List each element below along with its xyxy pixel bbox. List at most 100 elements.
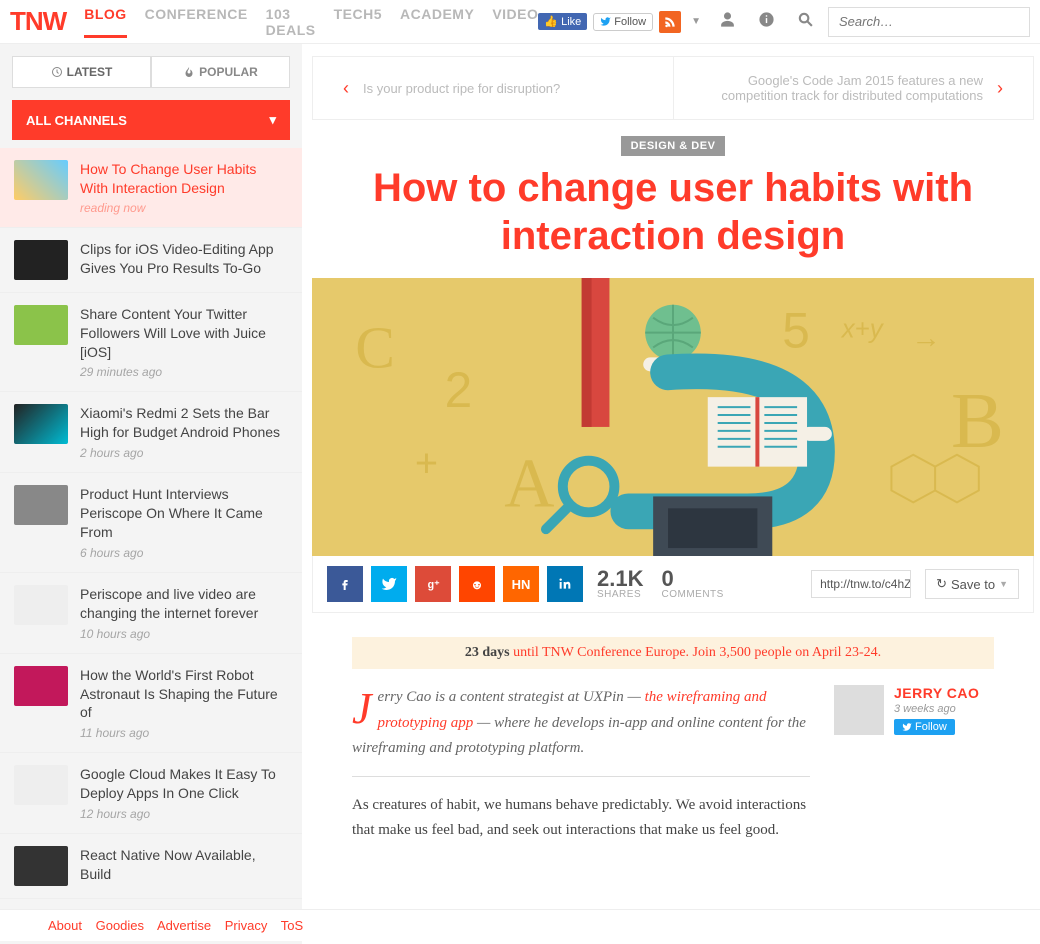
avatar[interactable] bbox=[834, 685, 884, 735]
feed-title: How To Change User Habits With Interacti… bbox=[80, 160, 288, 198]
feed-time: 6 hours ago bbox=[80, 546, 288, 560]
info-icon[interactable] bbox=[758, 11, 775, 33]
nav-tech5[interactable]: TECH5 bbox=[334, 6, 382, 38]
tab-latest[interactable]: LATEST bbox=[12, 56, 151, 88]
share-linkedin[interactable] bbox=[547, 566, 583, 602]
chevron-down-icon: ▾ bbox=[269, 112, 276, 128]
comment-count[interactable]: 0COMMENTS bbox=[661, 568, 723, 600]
svg-text:A: A bbox=[504, 445, 554, 522]
footer-about[interactable]: About bbox=[48, 918, 82, 933]
feed-item[interactable]: React Native Now Available, Build bbox=[0, 834, 302, 899]
feed-title: Xiaomi's Redmi 2 Sets the Bar High for B… bbox=[80, 404, 288, 442]
feed-time: 29 minutes ago bbox=[80, 365, 288, 379]
top-bar: TNW BLOG CONFERENCE 103 DEALS TECH5 ACAD… bbox=[0, 0, 1040, 44]
thumb bbox=[14, 585, 68, 625]
nav-video[interactable]: VIDEO bbox=[492, 6, 538, 38]
conference-banner[interactable]: 23 days until TNW Conference Europe. Joi… bbox=[352, 637, 994, 669]
user-icon[interactable] bbox=[719, 11, 736, 33]
feed-list: How To Change User Habits With Interacti… bbox=[0, 148, 302, 899]
share-googleplus[interactable]: g⁺ bbox=[415, 566, 451, 602]
main-content: ‹ Is your product ripe for disruption? G… bbox=[302, 44, 1040, 944]
thumb bbox=[14, 240, 68, 280]
nav-conference[interactable]: CONFERENCE bbox=[145, 6, 248, 38]
thumb bbox=[14, 305, 68, 345]
feed-item[interactable]: Share Content Your Twitter Followers Wil… bbox=[0, 293, 302, 393]
feed-item[interactable]: How To Change User Habits With Interacti… bbox=[0, 148, 302, 228]
feed-time: 2 hours ago bbox=[80, 446, 288, 460]
feed-item[interactable]: Product Hunt Interviews Periscope On Whe… bbox=[0, 473, 302, 573]
divider bbox=[352, 776, 810, 777]
feed-item[interactable]: Periscope and live video are changing th… bbox=[0, 573, 302, 654]
share-facebook[interactable] bbox=[327, 566, 363, 602]
footer-privacy[interactable]: Privacy bbox=[225, 918, 268, 933]
thumb bbox=[14, 846, 68, 886]
share-reddit[interactable] bbox=[459, 566, 495, 602]
facebook-like-button[interactable]: 👍 Like bbox=[538, 13, 587, 30]
banner-text: until TNW Conference Europe. Join 3,500 … bbox=[513, 645, 881, 660]
reading-indicator: reading now bbox=[80, 201, 288, 215]
svg-text:+: + bbox=[415, 442, 438, 486]
svg-text:B: B bbox=[951, 377, 1004, 465]
feed-title: Periscope and live video are changing th… bbox=[80, 585, 288, 623]
body-paragraph: As creatures of habit, we humans behave … bbox=[352, 793, 810, 844]
share-count: 2.1KSHARES bbox=[597, 568, 643, 600]
footer-goodies[interactable]: Goodies bbox=[96, 918, 144, 933]
svg-text:x+y: x+y bbox=[840, 316, 885, 344]
short-url[interactable]: http://tnw.to/c4hZ bbox=[811, 570, 911, 598]
author-follow-button[interactable]: Follow bbox=[894, 719, 955, 735]
hero-image: C 2 + A 5 x+y B → bbox=[312, 278, 1034, 556]
save-to-button[interactable]: ↻ Save to ▼ bbox=[925, 569, 1019, 599]
feed-item[interactable]: Xiaomi's Redmi 2 Sets the Bar High for B… bbox=[0, 392, 302, 473]
share-count-value: 2.1K bbox=[597, 568, 643, 590]
feed-item[interactable]: Clips for iOS Video-Editing App Gives Yo… bbox=[0, 228, 302, 293]
svg-text:5: 5 bbox=[782, 303, 810, 359]
banner-days: 23 days bbox=[465, 645, 510, 660]
footer-advertise[interactable]: Advertise bbox=[157, 918, 211, 933]
prev-article[interactable]: ‹ Is your product ripe for disruption? bbox=[313, 57, 674, 119]
feed-title: Product Hunt Interviews Periscope On Whe… bbox=[80, 485, 288, 542]
search-icon[interactable] bbox=[797, 11, 814, 33]
article-body: Jerry Cao is a content strategist at UXP… bbox=[312, 685, 1034, 844]
feed-time: 11 hours ago bbox=[80, 726, 288, 740]
article-title: How to change user habits with interacti… bbox=[312, 164, 1034, 260]
share-bar: g⁺ HN 2.1KSHARES 0COMMENTS http://tnw.to… bbox=[312, 556, 1034, 613]
feed-item[interactable]: Google Cloud Makes It Easy To Deploy App… bbox=[0, 753, 302, 834]
prev-next-nav: ‹ Is your product ripe for disruption? G… bbox=[312, 56, 1034, 120]
comment-count-label: COMMENTS bbox=[661, 590, 723, 600]
search-box bbox=[828, 7, 1030, 37]
author-box: JERRY CAO 3 weeks ago Follow bbox=[834, 685, 994, 844]
share-count-label: SHARES bbox=[597, 590, 643, 600]
share-hackernews[interactable]: HN bbox=[503, 566, 539, 602]
chevron-left-icon: ‹ bbox=[343, 78, 349, 99]
intro-text-1: erry Cao is a content strategist at UXPi… bbox=[378, 689, 645, 705]
more-dropdown-icon[interactable]: ▼ bbox=[687, 16, 705, 27]
thumb bbox=[14, 160, 68, 200]
facebook-like-label: Like bbox=[561, 16, 581, 28]
chevron-down-icon: ▼ bbox=[999, 579, 1008, 589]
logo[interactable]: TNW bbox=[10, 6, 66, 37]
footer-tos[interactable]: ToS bbox=[281, 918, 303, 933]
comment-count-value: 0 bbox=[661, 568, 723, 590]
feed-title: How the World's First Robot Astronaut Is… bbox=[80, 666, 288, 723]
share-twitter[interactable] bbox=[371, 566, 407, 602]
twitter-follow-label: Follow bbox=[614, 16, 646, 28]
nav-deals[interactable]: 103 DEALS bbox=[266, 6, 316, 38]
next-article[interactable]: Google's Code Jam 2015 features a new co… bbox=[674, 57, 1034, 119]
tab-popular-label: POPULAR bbox=[199, 65, 258, 79]
category-label[interactable]: DESIGN & DEV bbox=[621, 136, 726, 156]
twitter-follow-button[interactable]: Follow bbox=[593, 13, 653, 31]
search-input[interactable] bbox=[829, 8, 1029, 35]
top-icons bbox=[719, 11, 814, 33]
feed-item[interactable]: How the World's First Robot Astronaut Is… bbox=[0, 654, 302, 754]
tab-latest-label: LATEST bbox=[67, 65, 113, 79]
channels-dropdown[interactable]: ALL CHANNELS ▾ bbox=[12, 100, 290, 140]
intro-paragraph: Jerry Cao is a content strategist at UXP… bbox=[352, 685, 810, 762]
nav-academy[interactable]: ACADEMY bbox=[400, 6, 474, 38]
nav-blog[interactable]: BLOG bbox=[84, 6, 126, 38]
rss-icon[interactable] bbox=[659, 11, 681, 33]
prev-title: Is your product ripe for disruption? bbox=[363, 81, 560, 96]
svg-text:→: → bbox=[911, 322, 941, 355]
social-buttons: 👍 Like Follow ▼ bbox=[538, 11, 705, 33]
author-follow-label: Follow bbox=[915, 721, 947, 733]
tab-popular[interactable]: POPULAR bbox=[151, 56, 290, 88]
